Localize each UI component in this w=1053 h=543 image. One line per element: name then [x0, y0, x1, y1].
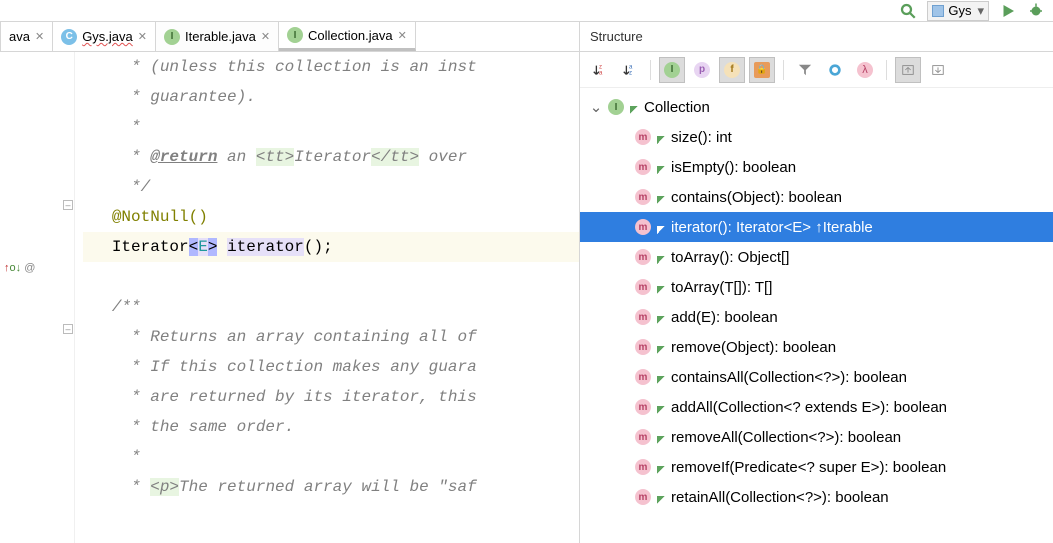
method-signature: addAll(Collection<? extends E>): boolean	[671, 399, 947, 416]
visibility-icon	[657, 491, 665, 503]
tree-method-item[interactable]: m isEmpty(): boolean	[580, 152, 1053, 182]
sort-by-visibility-button[interactable]: za	[586, 57, 612, 83]
visibility-icon	[657, 221, 665, 233]
editor-gutter: – ↑o↓ @ –	[0, 52, 75, 543]
method-signature: retainAll(Collection<?>): boolean	[671, 489, 889, 506]
tree-method-item[interactable]: m toArray(T[]): T[]	[580, 272, 1053, 302]
tree-method-item[interactable]: m addAll(Collection<? extends E>): boolea…	[580, 392, 1053, 422]
show-anonymous-toggle[interactable]	[822, 57, 848, 83]
visibility-icon	[657, 401, 665, 413]
method-icon: m	[635, 219, 651, 235]
tree-method-item[interactable]: m add(E): boolean	[580, 302, 1053, 332]
tree-method-item[interactable]: m containsAll(Collection<?>): boolean	[580, 362, 1053, 392]
top-toolbar: Gys ▾	[0, 0, 1053, 22]
visibility-icon	[657, 191, 665, 203]
show-nonpublic-toggle[interactable]: 🔒	[749, 57, 775, 83]
editor-pane: ava✕ CGys.java✕ IIterable.java✕ ICollect…	[0, 22, 580, 543]
method-icon: m	[635, 429, 651, 445]
show-interfaces-toggle[interactable]: I	[659, 57, 685, 83]
visibility-icon	[657, 461, 665, 473]
method-icon: m	[635, 399, 651, 415]
method-icon: m	[635, 249, 651, 265]
visibility-icon	[657, 311, 665, 323]
visibility-icon	[657, 131, 665, 143]
method-signature: toArray(T[]): T[]	[671, 279, 772, 296]
tab-iterable[interactable]: IIterable.java✕	[156, 22, 279, 51]
method-icon: m	[635, 489, 651, 505]
visibility-icon	[657, 161, 665, 173]
close-icon[interactable]: ✕	[138, 30, 147, 43]
structure-toolbar: za az I p f 🔒 λ	[580, 52, 1053, 88]
tree-method-item[interactable]: m removeAll(Collection<?>): boolean	[580, 422, 1053, 452]
method-icon: m	[635, 459, 651, 475]
override-marker-icon[interactable]: ↑o↓ @	[4, 262, 35, 274]
show-lambda-toggle[interactable]: λ	[852, 57, 878, 83]
autoscroll-from-source-button[interactable]	[925, 57, 951, 83]
method-signature: removeAll(Collection<?>): boolean	[671, 429, 901, 446]
method-signature: containsAll(Collection<?>): boolean	[671, 369, 907, 386]
method-signature: contains(Object): boolean	[671, 189, 842, 206]
chevron-down-icon[interactable]: ⌄	[590, 98, 602, 116]
structure-title: Structure	[580, 22, 1053, 52]
run-config-combo[interactable]: Gys ▾	[927, 1, 989, 21]
tab-gys[interactable]: CGys.java✕	[53, 22, 156, 51]
code-editor[interactable]: * (unless this collection is an inst * g…	[75, 52, 579, 543]
fold-toggle-icon[interactable]: –	[63, 200, 73, 210]
visibility-icon	[657, 281, 665, 293]
visibility-icon	[657, 341, 665, 353]
close-icon[interactable]: ✕	[398, 29, 407, 42]
method-icon: m	[635, 129, 651, 145]
fold-toggle-icon[interactable]: –	[63, 324, 73, 334]
search-icon[interactable]	[899, 2, 917, 20]
method-signature: remove(Object): boolean	[671, 339, 836, 356]
method-icon: m	[635, 369, 651, 385]
method-signature: size(): int	[671, 129, 732, 146]
close-icon[interactable]: ✕	[261, 30, 270, 43]
tree-method-item[interactable]: m iterator(): Iterator<E> ↑Iterable	[580, 212, 1053, 242]
show-fields-toggle[interactable]: f	[719, 57, 745, 83]
structure-tree[interactable]: ⌄ I Collection m size(): int m isEmpty(): b…	[580, 88, 1053, 543]
method-signature: iterator(): Iterator<E> ↑Iterable	[671, 219, 873, 236]
close-icon[interactable]: ✕	[35, 30, 44, 43]
autoscroll-to-source-button[interactable]	[895, 57, 921, 83]
filter-button[interactable]	[792, 57, 818, 83]
show-properties-toggle[interactable]: p	[689, 57, 715, 83]
tab-collection[interactable]: ICollection.java✕	[279, 22, 416, 51]
method-icon: m	[635, 159, 651, 175]
visibility-icon	[657, 251, 665, 263]
structure-panel: Structure za az I p f 🔒 λ ⌄ I	[580, 22, 1053, 543]
editor-tabs: ava✕ CGys.java✕ IIterable.java✕ ICollect…	[0, 22, 579, 52]
svg-text:z: z	[629, 69, 632, 76]
tree-root-collection[interactable]: ⌄ I Collection	[580, 92, 1053, 122]
tree-method-item[interactable]: m toArray(): Object[]	[580, 242, 1053, 272]
tree-method-item[interactable]: m size(): int	[580, 122, 1053, 152]
tree-method-item[interactable]: m contains(Object): boolean	[580, 182, 1053, 212]
visibility-icon	[657, 371, 665, 383]
debug-icon[interactable]	[1027, 2, 1045, 20]
method-signature: isEmpty(): boolean	[671, 159, 796, 176]
method-signature: add(E): boolean	[671, 309, 778, 326]
tree-method-item[interactable]: m removeIf(Predicate<? super E>): boolean	[580, 452, 1053, 482]
method-icon: m	[635, 189, 651, 205]
method-icon: m	[635, 309, 651, 325]
run-icon[interactable]	[999, 2, 1017, 20]
sort-alphabetically-button[interactable]: az	[616, 57, 642, 83]
visibility-icon	[657, 431, 665, 443]
svg-text:a: a	[599, 69, 603, 76]
tree-method-item[interactable]: m remove(Object): boolean	[580, 332, 1053, 362]
method-icon: m	[635, 279, 651, 295]
method-signature: removeIf(Predicate<? super E>): boolean	[671, 459, 946, 476]
tree-method-item[interactable]: m retainAll(Collection<?>): boolean	[580, 482, 1053, 512]
tab-ava[interactable]: ava✕	[0, 22, 53, 51]
method-icon: m	[635, 339, 651, 355]
method-signature: toArray(): Object[]	[671, 249, 789, 266]
